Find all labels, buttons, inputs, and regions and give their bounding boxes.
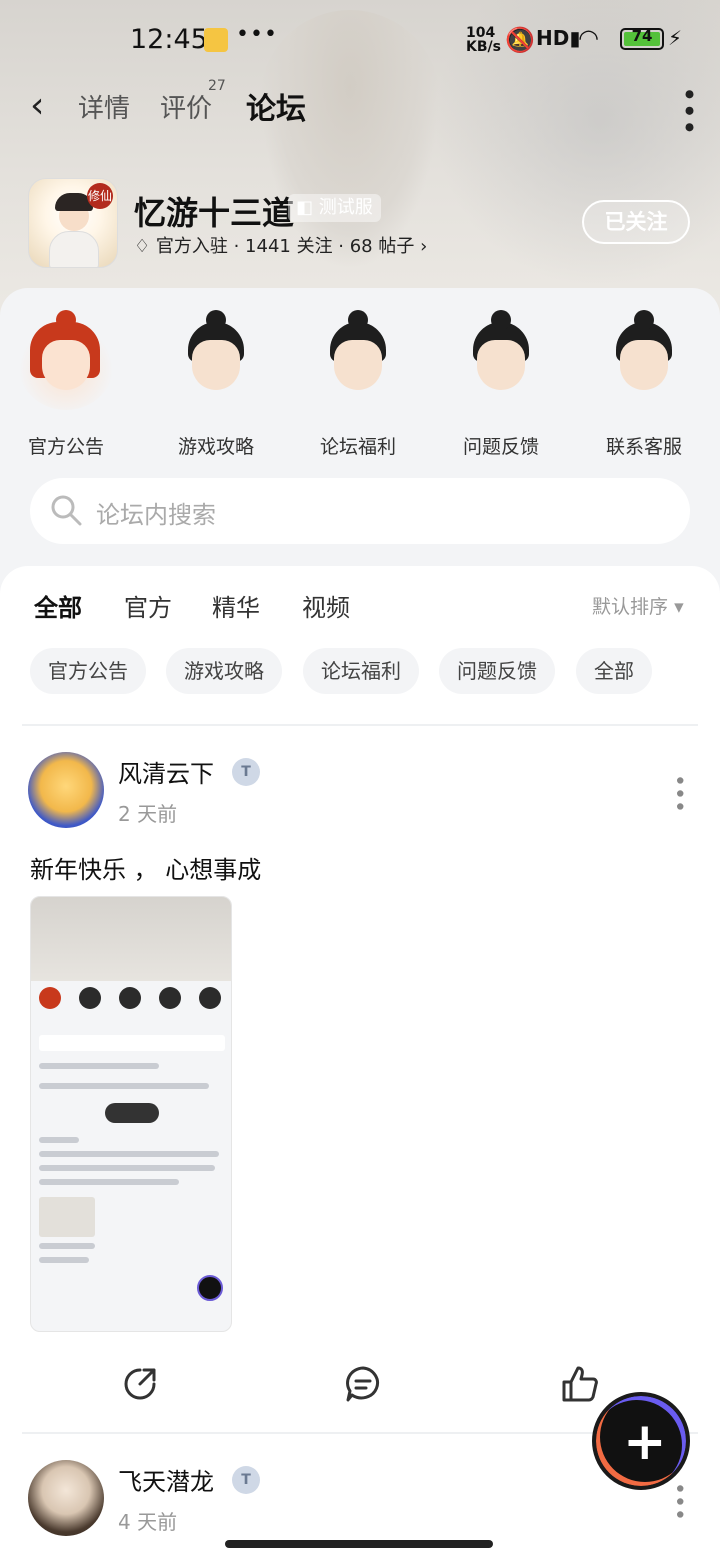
chip-feedback[interactable]: 问题反馈: [439, 648, 555, 694]
game-icon[interactable]: 修仙: [28, 178, 118, 268]
post-header: 飞天潜龙 T 4 天前 •••: [28, 1460, 692, 1540]
tab-reviews[interactable]: 评价: [160, 88, 212, 125]
shortcut-announcements[interactable]: 官方公告: [6, 310, 126, 459]
battery-level: 74: [631, 27, 653, 45]
divider: [22, 724, 698, 726]
sort-dropdown[interactable]: 默认排序 ▾: [592, 592, 684, 619]
search-placeholder: 论坛内搜索: [96, 501, 216, 529]
shortcut-label: 论坛福利: [319, 436, 396, 458]
search-icon: [51, 495, 82, 526]
user-level-badge-icon: T: [232, 758, 260, 786]
feed-tabs: 全部 官方 精华 视频 默认排序 ▾: [0, 586, 720, 630]
more-notifications-icon: •••: [236, 22, 278, 47]
back-arrow-icon[interactable]: ‹: [30, 86, 60, 126]
welfare-avatar: [308, 310, 408, 410]
chevron-right-icon: ›: [420, 236, 428, 257]
post-text[interactable]: 新年快乐 ， 心想事成: [30, 850, 261, 885]
feed-tab-all[interactable]: 全部: [34, 588, 82, 625]
post-author[interactable]: 飞天潜龙: [118, 1462, 214, 1497]
announcement-avatar: [16, 310, 116, 410]
game-icon-tag: 修仙: [87, 183, 113, 209]
feed-tab-official[interactable]: 官方: [124, 588, 172, 623]
shortcut-guides[interactable]: 游戏攻略: [156, 310, 276, 459]
shortcut-label: 游戏攻略: [177, 436, 254, 458]
shortcut-feedback[interactable]: 问题反馈: [441, 310, 561, 459]
caret-down-icon: ▾: [674, 596, 684, 618]
like-thumbs-up-icon[interactable]: [560, 1364, 600, 1404]
comment-icon[interactable]: [343, 1364, 383, 1404]
network-speed: 104 KB/s: [466, 25, 501, 55]
post-time: 2 天前: [118, 802, 178, 826]
wifi-icon: ◠: [578, 24, 599, 52]
cellular-signal-icon: HD▮: [536, 26, 581, 50]
customer-service-avatar: [594, 310, 694, 410]
tab-forum[interactable]: 论坛: [246, 84, 306, 134]
game-stats[interactable]: ♢ 官方入驻 · 1441 关注 · 68 帖子 ›: [134, 232, 427, 258]
feedback-avatar: [451, 310, 551, 410]
status-time: 12:45: [130, 24, 208, 55]
category-chips: 官方公告 游戏攻略 论坛福利 问题反馈 全部: [0, 648, 720, 696]
post-header: 风清云下 T 2 天前 •••: [28, 752, 692, 832]
charging-icon: ⚡: [668, 26, 683, 50]
forum-search-input[interactable]: 论坛内搜索: [30, 478, 690, 544]
create-post-button[interactable]: +: [592, 1392, 690, 1490]
reviews-count: 27: [208, 78, 226, 94]
chip-announcements[interactable]: 官方公告: [30, 648, 146, 694]
tab-details[interactable]: 详情: [78, 88, 130, 125]
feed-tab-featured[interactable]: 精华: [212, 588, 260, 623]
post-time: 4 天前: [118, 1510, 178, 1534]
verified-diamond-icon: ♢: [134, 236, 151, 257]
share-icon[interactable]: [120, 1364, 160, 1404]
shortcut-label: 联系客服: [605, 436, 682, 458]
game-title: 忆游十三道: [134, 194, 295, 232]
shortcut-label: 问题反馈: [462, 436, 539, 458]
post-more-icon[interactable]: •••: [666, 774, 691, 813]
home-indicator[interactable]: [225, 1540, 493, 1548]
post-image[interactable]: [30, 896, 232, 1332]
chip-guides[interactable]: 游戏攻略: [166, 648, 282, 694]
feed-tab-video[interactable]: 视频: [302, 588, 350, 623]
mute-icon: 🔕: [505, 26, 535, 54]
shortcut-customer-service[interactable]: 联系客服: [584, 310, 704, 459]
chip-welfare[interactable]: 论坛福利: [303, 648, 419, 694]
shortcut-label: 官方公告: [27, 436, 104, 458]
top-navigation: ‹ 详情 评价 27 论坛 •••: [0, 78, 720, 136]
follow-button[interactable]: 已关注: [582, 200, 690, 244]
status-bar: 12:45 ••• 104 KB/s 🔕 HD▮ ◠ 74 ⚡: [0, 22, 720, 58]
post-more-icon[interactable]: •••: [666, 1482, 691, 1521]
more-options-icon[interactable]: •••: [668, 86, 708, 136]
user-avatar[interactable]: [28, 752, 104, 828]
shortcut-welfare[interactable]: 论坛福利: [298, 310, 418, 459]
user-level-badge-icon: T: [232, 1466, 260, 1494]
notification-icon: [204, 28, 228, 52]
chip-all[interactable]: 全部: [576, 648, 652, 694]
test-server-badge: ◧ 测试服: [288, 194, 381, 222]
plus-icon: +: [623, 1412, 667, 1472]
user-avatar[interactable]: [28, 1460, 104, 1536]
battery-icon: 74: [620, 27, 664, 50]
post-author[interactable]: 风清云下: [118, 754, 214, 789]
forum-shortcuts: 官方公告 游戏攻略 论坛福利 问题反馈 联系客服: [0, 300, 720, 460]
guides-avatar: [166, 310, 266, 410]
